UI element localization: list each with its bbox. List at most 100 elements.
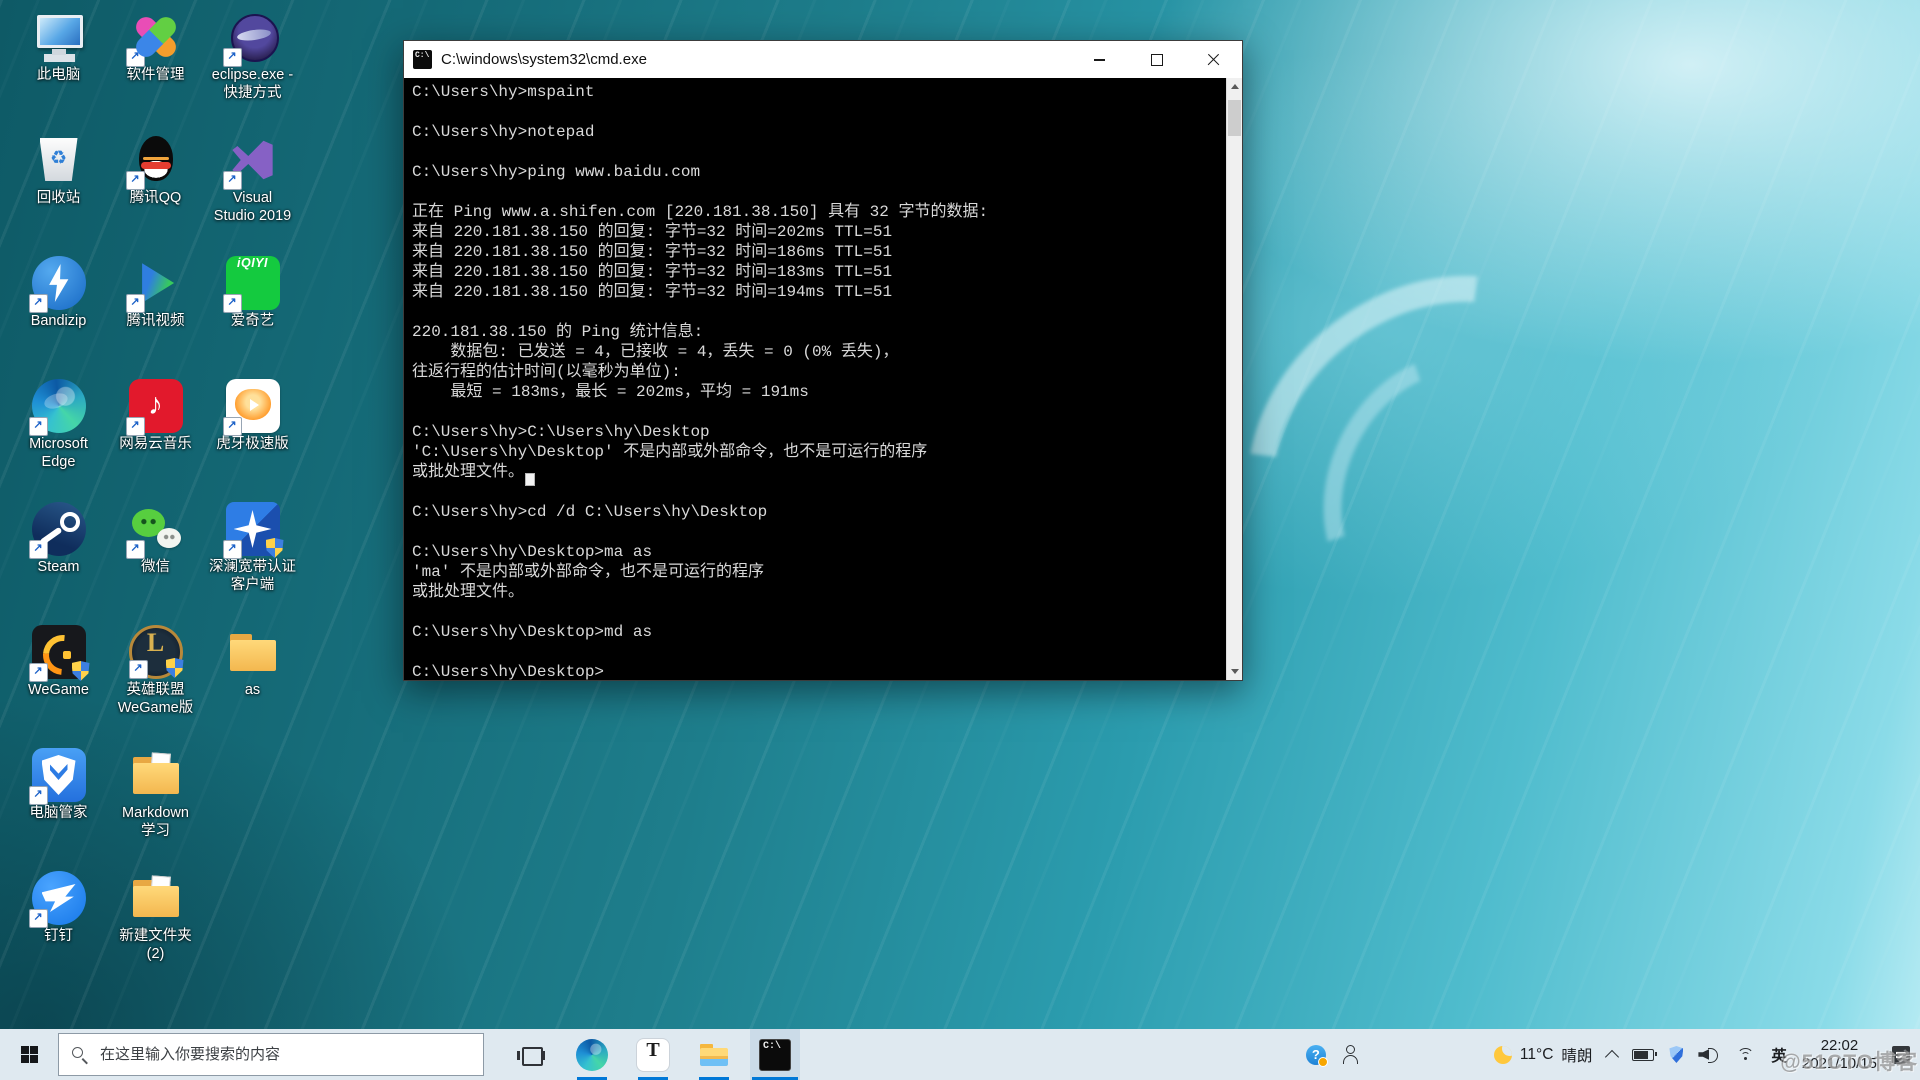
uac-shield-icon xyxy=(72,661,90,681)
desktop-icon-label: Bandizip xyxy=(31,313,87,331)
speaker-icon[interactable] xyxy=(1698,1046,1721,1063)
terminal-line: C:\Users\hy>C:\Users\hy\Desktop xyxy=(412,422,1226,442)
pc-manager-icon xyxy=(32,748,86,802)
wechat-icon xyxy=(129,502,183,556)
desktop-icon-pc-manager[interactable]: 电脑管家 xyxy=(10,746,107,869)
weather-temp: 11°C xyxy=(1520,1046,1553,1064)
uac-shield-icon xyxy=(266,538,284,558)
start-button[interactable] xyxy=(0,1029,58,1080)
desktop-icon-edge[interactable]: Microsoft Edge xyxy=(10,377,107,500)
desktop-icon-steam[interactable]: Steam xyxy=(10,500,107,623)
desktop-icon-iqiyi[interactable]: 爱奇艺 xyxy=(204,254,301,377)
close-button[interactable] xyxy=(1185,41,1242,78)
taskbar-apps xyxy=(506,1029,811,1080)
folder-new-2-icon xyxy=(129,871,183,925)
desktop-icon-this-pc[interactable]: 此电脑 xyxy=(10,8,107,131)
search-input[interactable] xyxy=(98,1045,442,1064)
shortcut-arrow-icon xyxy=(126,540,145,559)
qq-icon xyxy=(129,133,183,187)
title-bar[interactable]: C:\windows\system32\cmd.exe xyxy=(404,41,1242,78)
taskbar-button-cmd[interactable] xyxy=(750,1029,800,1080)
shortcut-arrow-icon xyxy=(126,48,145,67)
shortcut-arrow-icon xyxy=(223,294,242,313)
minimize-button[interactable] xyxy=(1071,41,1128,78)
desktop-icon-label: 腾讯视频 xyxy=(127,313,185,331)
terminal-line xyxy=(412,182,1226,202)
desktop-icon-label: Steam xyxy=(38,559,80,577)
minimize-icon xyxy=(1094,59,1105,61)
scrollbar-thumb[interactable] xyxy=(1228,100,1241,136)
desktop-icon-label: Markdown 学习 xyxy=(122,805,189,840)
close-icon xyxy=(1207,53,1220,66)
shortcut-arrow-icon xyxy=(29,417,48,436)
desktop-icon-eclipse[interactable]: eclipse.exe - 快捷方式 xyxy=(204,8,301,131)
terminal-output[interactable]: C:\Users\hy>mspaintC:\Users\hy>notepadC:… xyxy=(404,78,1226,680)
terminal-line: C:\Users\hy>mspaint xyxy=(412,82,1226,102)
terminal-line xyxy=(412,642,1226,662)
desktop-icon-tencent-video[interactable]: 腾讯视频 xyxy=(107,254,204,377)
help-icon[interactable] xyxy=(1306,1045,1326,1065)
desktop-icon-recycle-bin[interactable]: 回收站 xyxy=(10,131,107,254)
desktop-icon-label: WeGame xyxy=(28,682,89,700)
desktop-icon-label: 回收站 xyxy=(37,190,81,208)
taskbar-button-file-explorer[interactable] xyxy=(689,1029,739,1080)
desktop-icon-label: 新建文件夹 (2) xyxy=(119,928,192,963)
desktop-icon-label: as xyxy=(245,682,260,700)
cmd-icon xyxy=(413,50,432,69)
terminal-line: 来自 220.181.38.150 的回复: 字节=32 时间=202ms TT… xyxy=(412,222,1226,242)
weather-widget[interactable]: 11°C 晴朗 xyxy=(1494,1044,1593,1066)
network-icon[interactable] xyxy=(1736,1047,1756,1062)
typora-icon xyxy=(637,1039,669,1071)
shortcut-arrow-icon xyxy=(29,663,48,682)
desktop-icon-bandizip[interactable]: Bandizip xyxy=(10,254,107,377)
scrollbar-down-button[interactable] xyxy=(1227,663,1243,680)
terminal-line: 或批处理文件。 xyxy=(412,582,1226,602)
text-cursor xyxy=(525,473,535,486)
desktop-icon-visual-studio[interactable]: Visual Studio 2019 xyxy=(204,131,301,254)
desktop-icon-label: 网易云音乐 xyxy=(119,436,192,454)
terminal-line: 往返行程的估计时间(以毫秒为单位): xyxy=(412,362,1226,382)
maximize-icon xyxy=(1151,54,1163,66)
taskbar-button-edge[interactable] xyxy=(567,1029,617,1080)
visual-studio-icon xyxy=(226,133,280,187)
desktop-icon-grid: 此电脑回收站 Bandizip Microsoft Edge Steam WeGame 电… xyxy=(10,8,301,992)
terminal-line: 'ma' 不是内部或外部命令，也不是可运行的程序 xyxy=(412,562,1226,582)
shortcut-arrow-icon xyxy=(223,417,242,436)
shortcut-arrow-icon xyxy=(223,171,242,190)
desktop-icon-folder-markdown[interactable]: Markdown 学习 xyxy=(107,746,204,869)
desktop-icon-label: 此电脑 xyxy=(37,67,81,85)
desktop-icon-srun[interactable]: 深澜宽带认证 客户端 xyxy=(204,500,301,623)
steam-icon xyxy=(32,502,86,556)
shield-icon[interactable] xyxy=(1669,1046,1683,1063)
desktop-icon-folder-as[interactable]: as xyxy=(204,623,301,746)
battery-icon[interactable] xyxy=(1632,1049,1654,1061)
search-icon xyxy=(71,1046,88,1063)
shortcut-arrow-icon xyxy=(29,786,48,805)
desktop-icon-software-manager[interactable]: 软件管理 xyxy=(107,8,204,131)
window-title: C:\windows\system32\cmd.exe xyxy=(441,51,1071,68)
taskbar-button-task-view[interactable] xyxy=(506,1029,556,1080)
desktop-icon-folder-new-2[interactable]: 新建文件夹 (2) xyxy=(107,869,204,992)
taskbar-button-typora[interactable] xyxy=(628,1029,678,1080)
desktop-icon-lol-wegame[interactable]: 英雄联盟 WeGame版 xyxy=(107,623,204,746)
terminal-line: C:\Users\hy>ping www.baidu.com xyxy=(412,162,1226,182)
scrollbar-up-button[interactable] xyxy=(1227,78,1243,95)
search-box[interactable] xyxy=(58,1033,484,1076)
terminal-line xyxy=(412,522,1226,542)
desktop-icon-netease-music[interactable]: 网易云音乐 xyxy=(107,377,204,500)
shortcut-arrow-icon xyxy=(29,909,48,928)
desktop-icon-label: 腾讯QQ xyxy=(130,190,182,208)
desktop-icon-dingtalk[interactable]: 钉钉 xyxy=(10,869,107,992)
desktop-icon-qq[interactable]: 腾讯QQ xyxy=(107,131,204,254)
maximize-button[interactable] xyxy=(1128,41,1185,78)
desktop-icon-wechat[interactable]: 微信 xyxy=(107,500,204,623)
scrollbar-track[interactable] xyxy=(1226,78,1242,680)
people-icon[interactable] xyxy=(1341,1045,1360,1064)
desktop-icon-wegame[interactable]: WeGame xyxy=(10,623,107,746)
srun-icon xyxy=(226,502,280,556)
desktop-icon-label: 英雄联盟 WeGame版 xyxy=(118,682,193,717)
chevron-up-icon[interactable] xyxy=(1605,1050,1619,1064)
terminal-line xyxy=(412,302,1226,322)
desktop-icon-label: Visual Studio 2019 xyxy=(214,190,291,225)
desktop-icon-huya[interactable]: 虎牙极速版 xyxy=(204,377,301,500)
